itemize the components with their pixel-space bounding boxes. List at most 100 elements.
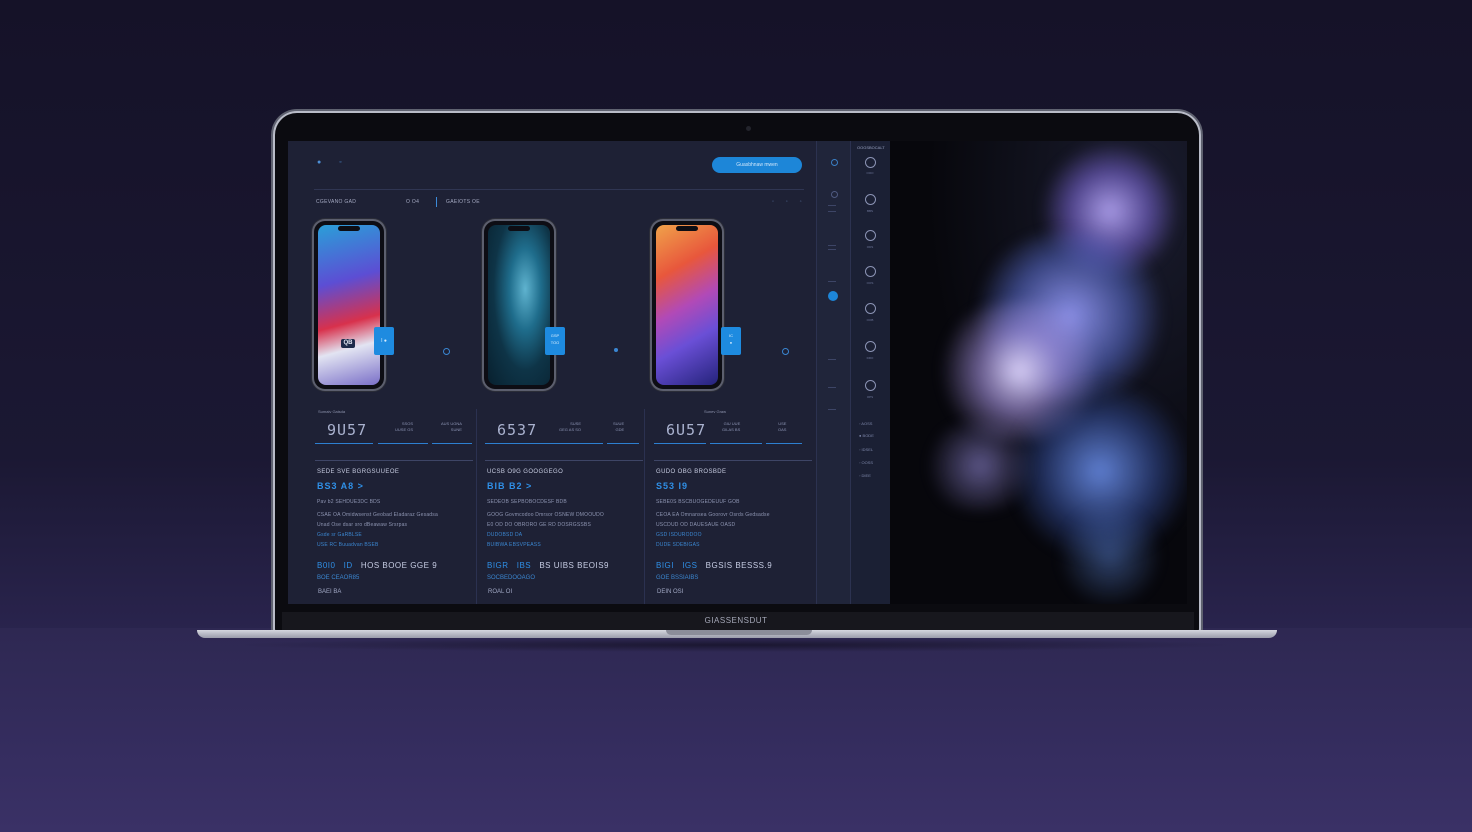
settings-icon[interactable] <box>831 159 838 166</box>
card-line: USCDUD OD DAUESAUE OASD <box>656 522 736 528</box>
card-price[interactable]: BIB B2 > <box>487 481 532 491</box>
card-line: E0 OD DO OBRORO GE RD DOSRGSSBS <box>487 522 591 528</box>
spec-sub2: ROAL OI <box>488 589 513 595</box>
laptop-shadow <box>230 638 1240 652</box>
menu-item-icon[interactable] <box>865 380 876 391</box>
product-app: ● ◦ Guasbhnaw mwen CGEVANO GAD O O4 GAEI… <box>288 141 816 604</box>
stat-number: 9U57 <box>327 421 368 439</box>
breadcrumb-item[interactable]: O O4 <box>406 199 419 205</box>
menu-link[interactable]: ◦ OOSS <box>859 460 873 465</box>
card-line: SEDEOB SEPBOBOCDESF BDB <box>487 499 567 505</box>
stat-number: 6537 <box>497 421 538 439</box>
spec-sub[interactable]: SOCBEDOOAGO <box>487 575 535 581</box>
card-heading: SEDE SVE BGRGSUUEOE <box>317 469 400 475</box>
stat-mini-b: SUUE GDE <box>613 421 625 432</box>
underline <box>766 443 802 444</box>
rail-divider <box>828 205 836 206</box>
product-image-phone-1[interactable] <box>314 221 384 389</box>
rail-divider <box>828 245 836 246</box>
product-card-3: Sunev Graw 6U57 GIU UUE GILAS BS USE OAS… <box>654 409 816 604</box>
circle-icon[interactable] <box>831 191 838 198</box>
stat-number: 6U57 <box>666 421 707 439</box>
stat-mini-a: SUSE GEG AS SO <box>559 421 582 432</box>
breadcrumb-item[interactable]: CGEVANO GAD <box>316 199 356 205</box>
stats-title: Sumaiv Gaisda <box>318 409 346 414</box>
stat-mini-b: AUS UGNA SUNE <box>441 421 462 432</box>
card-line: CSAE OA Omidwsenst Geobad Eladaraz Gesad… <box>317 512 438 518</box>
product-card-1: Sumaiv Gaisda 9U57 SSOS UUSE GS AUS UGNA… <box>315 409 477 604</box>
rail-divider <box>828 359 836 360</box>
menu-link[interactable]: ◦ DIEE <box>859 473 871 478</box>
spec-row: BIGI IGS BGSIS BESSS.9 <box>656 561 772 570</box>
card-line: USE RC Buuadvan BSEB <box>317 542 379 548</box>
color-badge-2[interactable]: GSP TOO <box>545 327 565 355</box>
underline <box>710 443 762 444</box>
laptop-screen: ● ◦ Guasbhnaw mwen CGEVANO GAD O O4 GAEI… <box>288 141 1187 604</box>
underline <box>315 443 373 444</box>
color-badge-1[interactable]: I ● <box>374 327 394 355</box>
menu-link[interactable]: ◦ AOSS <box>859 421 872 426</box>
side-menu-header: OOGSBOCALT <box>857 145 885 150</box>
menu-item-caption: OPS <box>866 395 874 399</box>
card-line: DUDE SDEBIGAS <box>656 542 700 548</box>
card-line: Gsde sr GaRBLSE <box>317 532 362 538</box>
next-icon[interactable] <box>443 348 450 355</box>
rail-divider <box>828 249 836 250</box>
product-image-phone-3[interactable] <box>652 221 722 389</box>
menu-item-icon[interactable] <box>865 157 876 168</box>
spec-row: BIGR IBS BS UIBS BEOIS9 <box>487 561 609 570</box>
spec-value: IGS <box>682 561 698 570</box>
underline <box>432 443 472 444</box>
menu-item-icon[interactable] <box>865 194 876 205</box>
card-price[interactable]: S53 I9 <box>656 481 688 491</box>
spec-value: BIGI <box>656 561 675 570</box>
cta-button[interactable]: Guasbhnaw mwen <box>712 157 802 173</box>
card-line: CEOA EA Omnansea Goorovr Osrds Gedsadse <box>656 512 770 518</box>
rail-divider <box>828 409 836 410</box>
card-heading: GUDO OBG BROSBDE <box>656 469 727 475</box>
menu-item-icon[interactable] <box>865 341 876 352</box>
spec-text: BGSIS BESSS.9 <box>705 561 773 570</box>
card-line: BUIBWA EBSVPEASS <box>487 542 541 548</box>
table-surface <box>0 628 1472 832</box>
menu-item-caption: BBS <box>866 209 873 213</box>
card-heading: UCSB O9G GOOGGEGO <box>487 469 564 475</box>
header-divider <box>314 189 804 190</box>
menu-link[interactable]: ● BODE <box>859 433 874 438</box>
card-line: DUDOBSD DA <box>487 532 523 538</box>
phone-screen-label: QB <box>341 339 355 348</box>
next-icon[interactable] <box>782 348 789 355</box>
menu-item-icon[interactable] <box>865 266 876 277</box>
tool-rail <box>816 141 851 604</box>
spec-sub2: DEIN OSI <box>657 589 684 595</box>
stat-mini-a: SSOS UUSE GS <box>395 421 414 432</box>
breadcrumb-item[interactable]: GAEIOTS OE <box>446 199 480 205</box>
spec-text: HOS BOOE GGE 9 <box>360 561 438 570</box>
card-line: GSD ISDURODOO <box>656 532 702 538</box>
spec-sub[interactable]: GOE BSSIAIBS <box>656 575 698 581</box>
next-icon[interactable] <box>614 348 618 352</box>
spec-sub[interactable]: BOE CEAOR85 <box>317 575 359 581</box>
card-line: GOOG Govmcodoo Dmrsor OSNEW DMOOUDO <box>487 512 605 518</box>
active-indicator-icon[interactable] <box>828 291 838 301</box>
card-price[interactable]: BS3 A8 > <box>317 481 364 491</box>
rail-divider <box>828 387 836 388</box>
card-divider <box>654 460 812 461</box>
menu-item-icon[interactable] <box>865 230 876 241</box>
spec-row: B0I0 ID HOS BOOE GGE 9 <box>317 561 437 570</box>
card-line: SEBE0S BSCBUOGEDEUUF GOB <box>656 499 740 505</box>
menu-item-icon[interactable] <box>865 303 876 314</box>
laptop-brand-text: GIASSENSDUT <box>704 616 768 625</box>
topbar-icons[interactable]: ● ◦ <box>317 159 350 166</box>
spec-value: IBS <box>516 561 532 570</box>
stat-mini-a: GIU UUE GILAS BS <box>722 421 741 432</box>
card-line: Pav b2 SEHDUE3DC BDS <box>317 499 381 505</box>
spec-value: ID <box>343 561 353 570</box>
menu-link[interactable]: ◦ IDSEL <box>859 447 873 452</box>
color-badge-3[interactable]: IC ● <box>721 327 741 355</box>
product-card-2: 6537 SUSE GEG AS SO SUUE GDE UCSB O9G GO… <box>485 409 647 604</box>
view-options-icons[interactable]: ◦ ◦ ◦ <box>772 199 807 205</box>
card-line: Unad Ose dsar sro dBeawaw Srsrpas <box>317 522 408 528</box>
card-divider <box>485 460 643 461</box>
product-image-phone-2[interactable] <box>484 221 554 389</box>
